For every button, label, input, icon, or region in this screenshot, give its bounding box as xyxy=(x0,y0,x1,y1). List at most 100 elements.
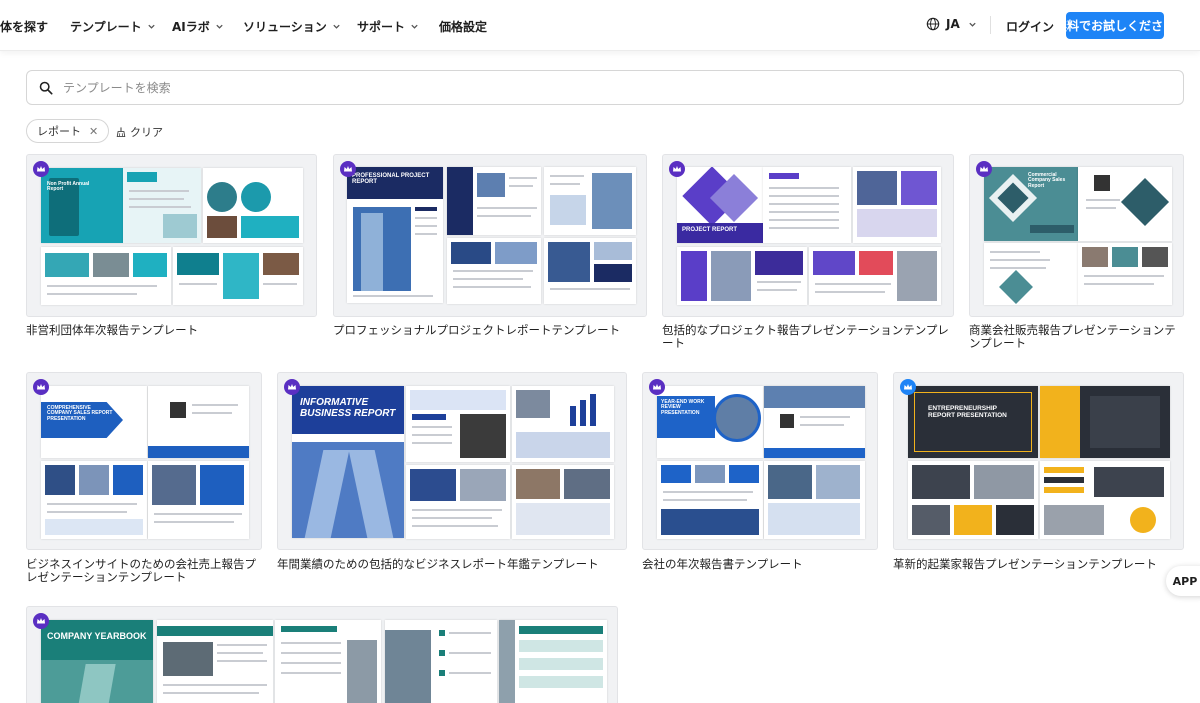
nav-solutions-label: ソリューション xyxy=(243,20,327,34)
template-title[interactable]: 包括的なプロジェクト報告プレゼンテーションテンプレート xyxy=(662,324,954,350)
template-thumbnail[interactable]: INFORMATIVE BUSINESS REPORT xyxy=(277,372,627,550)
template-page xyxy=(764,461,865,539)
crown-icon xyxy=(344,166,352,172)
template-thumbnail[interactable]: Commercial Company Sales Report xyxy=(969,154,1184,317)
template-page: PROFESSIONAL PROJECT REPORT xyxy=(347,167,443,303)
template-title[interactable]: 商業会社販売報告プレゼンテーションテンプレート xyxy=(969,324,1184,350)
premium-badge xyxy=(669,161,685,177)
template-title[interactable]: プロフェッショナルプロジェクトレポートテンプレート xyxy=(333,324,647,337)
filter-chip-report[interactable]: レポート ✕ xyxy=(26,119,110,143)
premium-badge xyxy=(649,379,665,395)
crown-icon xyxy=(653,384,661,390)
template-page xyxy=(512,465,614,539)
search-input[interactable] xyxy=(63,80,1063,95)
cover-title: COMPREHENSIVE COMPANY SALES REPORT PRESE… xyxy=(47,405,113,422)
crown-icon xyxy=(37,384,45,390)
close-icon[interactable]: ✕ xyxy=(89,125,98,138)
template-page xyxy=(447,238,541,304)
nav-templates[interactable]: テンプレート xyxy=(70,18,156,35)
template-page xyxy=(203,168,303,243)
crown-icon xyxy=(37,166,45,172)
chevron-down-icon xyxy=(333,24,340,29)
template-title[interactable]: 革新的起業家報告プレゼンテーションテンプレート xyxy=(893,558,1184,571)
cover-title: YEAR-END WORK REVIEW PRESENTATION xyxy=(661,399,705,416)
cover-title: Non Profit Annual Report xyxy=(47,181,90,193)
template-page xyxy=(853,167,941,243)
template-card[interactable]: INFORMATIVE BUSINESS REPORT 年間業績のための包括的な… xyxy=(277,372,627,587)
nav-explore[interactable]: 体を探す xyxy=(0,18,48,35)
language-label: JA xyxy=(946,17,960,31)
template-thumbnail[interactable]: Non Profit Annual Report xyxy=(26,154,317,317)
language-selector[interactable]: JA xyxy=(926,17,977,31)
template-page xyxy=(1078,167,1172,241)
clear-label: クリア xyxy=(130,126,163,139)
nav-templates-label: テンプレート xyxy=(70,20,142,34)
template-card[interactable]: COMPANY YEARBOOK xyxy=(26,606,618,703)
template-title[interactable]: 年間業績のための包括的なビジネスレポート年鑑テンプレート xyxy=(277,558,627,571)
template-card[interactable]: Non Profit Annual Report 非営利団体年次報告テンプレート xyxy=(26,154,317,354)
template-page: YEAR-END WORK REVIEW PRESENTATION xyxy=(657,386,763,458)
cover-title: Commercial Company Sales Report xyxy=(1028,172,1066,189)
template-page xyxy=(406,386,510,462)
template-thumbnail[interactable]: COMPREHENSIVE COMPANY SALES REPORT PRESE… xyxy=(26,372,262,550)
template-card[interactable]: ENTREPRENEURSHIP REPORT PRESENTATION 革新的… xyxy=(893,372,1184,587)
globe-icon xyxy=(926,17,940,31)
clear-filters-button[interactable]: クリア xyxy=(116,124,163,140)
template-title[interactable]: 会社の年次報告書テンプレート xyxy=(642,558,878,571)
template-page xyxy=(148,461,249,539)
template-page: ENTREPRENEURSHIP REPORT PRESENTATION xyxy=(908,386,1038,458)
chevron-down-icon xyxy=(411,24,418,29)
template-page xyxy=(512,386,614,462)
template-page xyxy=(763,167,851,243)
template-page xyxy=(1040,386,1170,458)
cover-title: ENTREPRENEURSHIP REPORT PRESENTATION xyxy=(928,405,1007,419)
cover-title: PROFESSIONAL PROJECT REPORT xyxy=(352,173,430,186)
nav-support[interactable]: サポート xyxy=(357,18,419,35)
login-link[interactable]: ログイン xyxy=(1006,18,1054,35)
app-download-button[interactable]: APP xyxy=(1166,566,1200,596)
template-thumbnail[interactable]: PROJECT REPORT xyxy=(662,154,954,317)
template-page xyxy=(657,461,763,539)
nav-pricing-label: 価格設定 xyxy=(439,20,488,34)
template-page xyxy=(447,167,541,235)
template-page xyxy=(764,386,865,458)
premium-badge xyxy=(340,161,356,177)
template-card[interactable]: COMPREHENSIVE COMPANY SALES REPORT PRESE… xyxy=(26,372,262,587)
chevron-down-icon xyxy=(147,24,155,29)
nav-ai-lab[interactable]: AIラボ xyxy=(172,18,224,35)
premium-badge xyxy=(976,161,992,177)
premium-badge xyxy=(900,379,916,395)
template-page: COMPREHENSIVE COMPANY SALES REPORT PRESE… xyxy=(41,386,147,458)
template-page xyxy=(157,620,273,703)
template-page xyxy=(41,461,147,539)
cover-title: PROJECT REPORT xyxy=(682,227,738,233)
template-card[interactable]: YEAR-END WORK REVIEW PRESENTATION 会社の年次報… xyxy=(642,372,878,587)
crown-icon xyxy=(288,384,296,390)
template-page xyxy=(41,247,171,305)
cover-title: INFORMATIVE BUSINESS REPORT xyxy=(300,397,396,419)
template-card[interactable]: PROJECT REPORT 包括的なプロジェクト報告プレゼンテーションテンプレ… xyxy=(662,154,954,354)
template-thumbnail[interactable]: PROFESSIONAL PROJECT REPORT xyxy=(333,154,647,317)
template-page xyxy=(1040,461,1170,539)
template-thumbnail[interactable]: COMPANY YEARBOOK xyxy=(26,606,618,703)
chevron-down-icon xyxy=(969,22,976,27)
filter-chip-label: レポート xyxy=(37,125,81,138)
template-page xyxy=(385,620,497,703)
nav-pricing[interactable]: 価格設定 xyxy=(439,18,487,35)
template-card[interactable]: PROFESSIONAL PROJECT REPORT プロフェッショナルプロジ… xyxy=(333,154,647,354)
free-trial-button[interactable]: 無料でお試しください xyxy=(1066,12,1164,39)
nav-solutions[interactable]: ソリューション xyxy=(243,18,341,35)
template-page xyxy=(148,386,249,458)
template-page: Non Profit Annual Report xyxy=(41,168,123,243)
crown-icon xyxy=(904,384,912,390)
template-page xyxy=(544,238,636,304)
template-page: COMPANY YEARBOOK xyxy=(41,620,153,703)
template-page: INFORMATIVE BUSINESS REPORT xyxy=(292,386,404,538)
template-card[interactable]: Commercial Company Sales Report 商業会社販売報告… xyxy=(969,154,1184,354)
template-page xyxy=(908,461,1038,539)
template-title[interactable]: ビジネスインサイトのための会社売上報告プレゼンテーションテンプレート xyxy=(26,558,262,584)
template-thumbnail[interactable]: ENTREPRENEURSHIP REPORT PRESENTATION xyxy=(893,372,1184,550)
template-thumbnail[interactable]: YEAR-END WORK REVIEW PRESENTATION xyxy=(642,372,878,550)
template-page xyxy=(677,247,807,305)
template-title[interactable]: 非営利団体年次報告テンプレート xyxy=(26,324,317,337)
